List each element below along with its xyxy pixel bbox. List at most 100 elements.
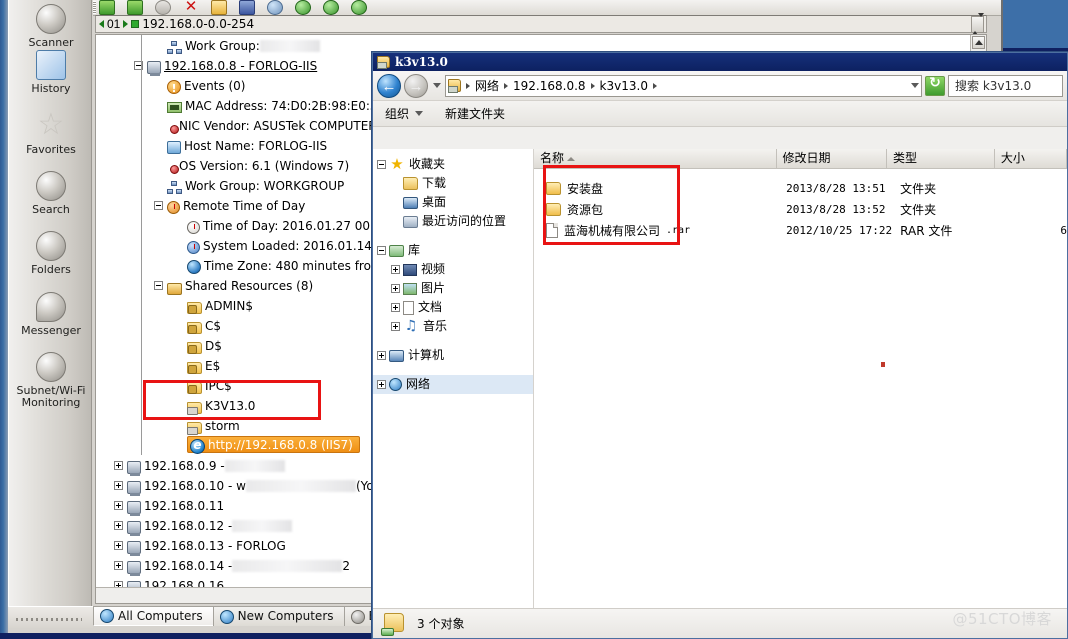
nav-item-最近访问的位置[interactable]: 最近访问的位置 xyxy=(373,212,533,231)
range-next-icon[interactable] xyxy=(123,20,129,28)
find-icon[interactable] xyxy=(265,0,285,15)
tree-node-highlight[interactable]: http://192.168.0.8 (IIS7) xyxy=(187,436,360,454)
tree-expander-icon[interactable] xyxy=(114,481,123,490)
tree-node-label: Shared Resources (8) xyxy=(185,278,314,293)
tree-collapse-icon[interactable] xyxy=(154,201,163,210)
tab-all-computers[interactable]: All Computers xyxy=(93,606,214,626)
sidebar-item-label: Search xyxy=(32,203,70,216)
column-header-size[interactable]: 大小 xyxy=(995,149,1067,168)
address-bar[interactable]: 网络 192.168.0.8 k3v13.0 xyxy=(445,74,922,97)
sort-ascending-icon xyxy=(567,156,576,161)
scan-resume-icon[interactable] xyxy=(125,0,145,15)
save-icon[interactable] xyxy=(237,0,257,15)
breadcrumb-0[interactable]: 网络 xyxy=(475,77,499,94)
collapse-icon[interactable] xyxy=(377,246,386,255)
explorer-navigation-pane[interactable]: ★ 收藏夹 下载 桌面 最近访问的位置库视频图片 文档 ♫ 音乐计算机网络 xyxy=(373,149,534,608)
explorer-titlebar[interactable]: k3v13.0 xyxy=(373,53,1067,71)
column-header-name-label: 名称 xyxy=(540,151,565,165)
column-header-name[interactable]: 名称 xyxy=(534,149,777,168)
address-dropdown-icon[interactable] xyxy=(911,83,919,88)
sidebar-item-scanner[interactable]: Scanner xyxy=(9,0,93,49)
folder-lock-icon xyxy=(187,381,202,394)
sidebar-item-history[interactable]: History xyxy=(9,46,93,95)
expand-icon[interactable] xyxy=(391,284,400,293)
nav-item-桌面[interactable]: 桌面 xyxy=(373,193,533,212)
stop-icon[interactable] xyxy=(153,0,173,15)
nav-item-网络[interactable]: 网络 xyxy=(373,375,533,394)
range-value: 192.168.0-0.0-254 xyxy=(142,17,255,31)
tab-new-computers[interactable]: New Computers xyxy=(212,606,345,626)
collapse-icon[interactable] xyxy=(377,160,386,169)
nav-item-label: 视频 xyxy=(421,262,446,276)
nav-item-库[interactable]: 库 xyxy=(373,241,533,260)
tree-node-label: 192.168.0.10 - w xyxy=(144,478,246,493)
recent-pages-dropdown[interactable] xyxy=(431,74,442,98)
back-icon[interactable] xyxy=(293,0,313,15)
column-header-date[interactable]: 修改日期 xyxy=(777,149,888,168)
file-row[interactable]: 资源包 2013/8/28 13:52 文件夹 xyxy=(534,199,1067,220)
tree-expander-icon[interactable] xyxy=(114,521,123,530)
nav-item-图片[interactable]: 图片 xyxy=(373,279,533,298)
scan-start-icon[interactable] xyxy=(97,0,117,15)
toolbar-grip[interactable] xyxy=(93,1,96,14)
tree-expander-icon[interactable] xyxy=(114,501,123,510)
tree-node-label: Time of Day: 2016.01.27 00:51 xyxy=(203,218,390,233)
expand-icon[interactable] xyxy=(391,322,400,331)
breadcrumb-caret-icon[interactable] xyxy=(652,82,657,89)
sidebar-item-search[interactable]: Search xyxy=(9,167,93,216)
nav-item-label: 网络 xyxy=(406,377,431,391)
breadcrumb-caret-icon[interactable] xyxy=(504,82,509,89)
range-spinner[interactable] xyxy=(971,13,984,35)
refresh-icon[interactable] xyxy=(925,74,945,96)
new-folder-label: 新建文件夹 xyxy=(445,107,506,121)
forward-icon[interactable] xyxy=(321,0,341,15)
column-header-type-label: 类型 xyxy=(893,151,918,165)
nav-item-视频[interactable]: 视频 xyxy=(373,260,533,279)
file-row[interactable]: 蓝海机械有限公司 .rar 2012/10/25 17:22 RAR 文件 6 xyxy=(534,220,1067,241)
expand-icon[interactable] xyxy=(377,351,386,360)
sidebar-item-favorites[interactable]: ☆ Favorites xyxy=(9,107,93,156)
search-input[interactable]: 搜索 k3v13.0 xyxy=(948,74,1063,97)
expand-icon[interactable] xyxy=(391,265,400,274)
ok-icon[interactable] xyxy=(349,0,369,15)
forward-button[interactable]: → xyxy=(404,73,428,98)
nav-item-下载[interactable]: 下载 xyxy=(373,174,533,193)
tree-collapse-icon[interactable] xyxy=(154,281,163,290)
nav-item-计算机[interactable]: 计算机 xyxy=(373,346,533,365)
nav-item-文档[interactable]: 文档 xyxy=(373,298,533,317)
sidebar-item-folders[interactable]: Folders xyxy=(9,227,93,276)
tree-connector xyxy=(174,301,183,310)
explorer-file-list[interactable]: 名称 修改日期 类型 大小 安装盘 2013/8/28 13:51 文件夹 资源包 20… xyxy=(534,149,1067,608)
breadcrumb-caret-icon[interactable] xyxy=(590,82,595,89)
sidebar-item-messenger[interactable]: Messenger xyxy=(9,288,93,337)
nav-item-音乐[interactable]: ♫ 音乐 xyxy=(373,317,533,336)
breadcrumb-1[interactable]: 192.168.0.8 xyxy=(513,79,586,93)
redacted-text xyxy=(224,459,285,472)
file-row[interactable]: 安装盘 2013/8/28 13:51 文件夹 xyxy=(534,178,1067,199)
range-prev-icon[interactable] xyxy=(99,20,104,28)
tree-node-label: OS Version: 6.1 (Windows 7) xyxy=(179,158,350,173)
breadcrumb-caret-icon[interactable] xyxy=(466,82,470,89)
delete-icon[interactable]: ✕ xyxy=(181,0,201,15)
nav-item-收藏夹[interactable]: ★ 收藏夹 xyxy=(373,155,533,174)
scan-range-bar[interactable]: 01 192.168.0-0.0-254 xyxy=(95,13,987,35)
back-button[interactable]: ← xyxy=(377,73,401,98)
scroll-up-button[interactable] xyxy=(972,36,985,49)
expand-icon[interactable] xyxy=(391,303,400,312)
redacted-text xyxy=(232,519,293,532)
tree-expander-icon[interactable] xyxy=(114,561,123,570)
tree-node-label: NIC Vendor: ASUSTek COMPUTER I xyxy=(179,118,384,133)
expand-icon[interactable] xyxy=(377,380,386,389)
open-icon[interactable] xyxy=(209,0,229,15)
new-folder-button[interactable]: 新建文件夹 xyxy=(445,105,505,122)
breadcrumb-2[interactable]: k3v13.0 xyxy=(600,79,648,93)
tree-node-label: 192.168.0.8 - FORLOG-IIS xyxy=(164,58,318,73)
tree-expander-icon[interactable] xyxy=(114,541,123,550)
column-header-type[interactable]: 类型 xyxy=(887,149,995,168)
tree-expander-icon[interactable] xyxy=(114,461,123,470)
organize-button[interactable]: 组织 xyxy=(385,105,424,122)
window-folder-icon xyxy=(377,56,390,69)
clock-orange-icon xyxy=(167,201,180,214)
sidebar-item-subnet-wi-fi-monitoring[interactable]: Subnet/Wi-Fi Monitoring xyxy=(9,348,93,409)
